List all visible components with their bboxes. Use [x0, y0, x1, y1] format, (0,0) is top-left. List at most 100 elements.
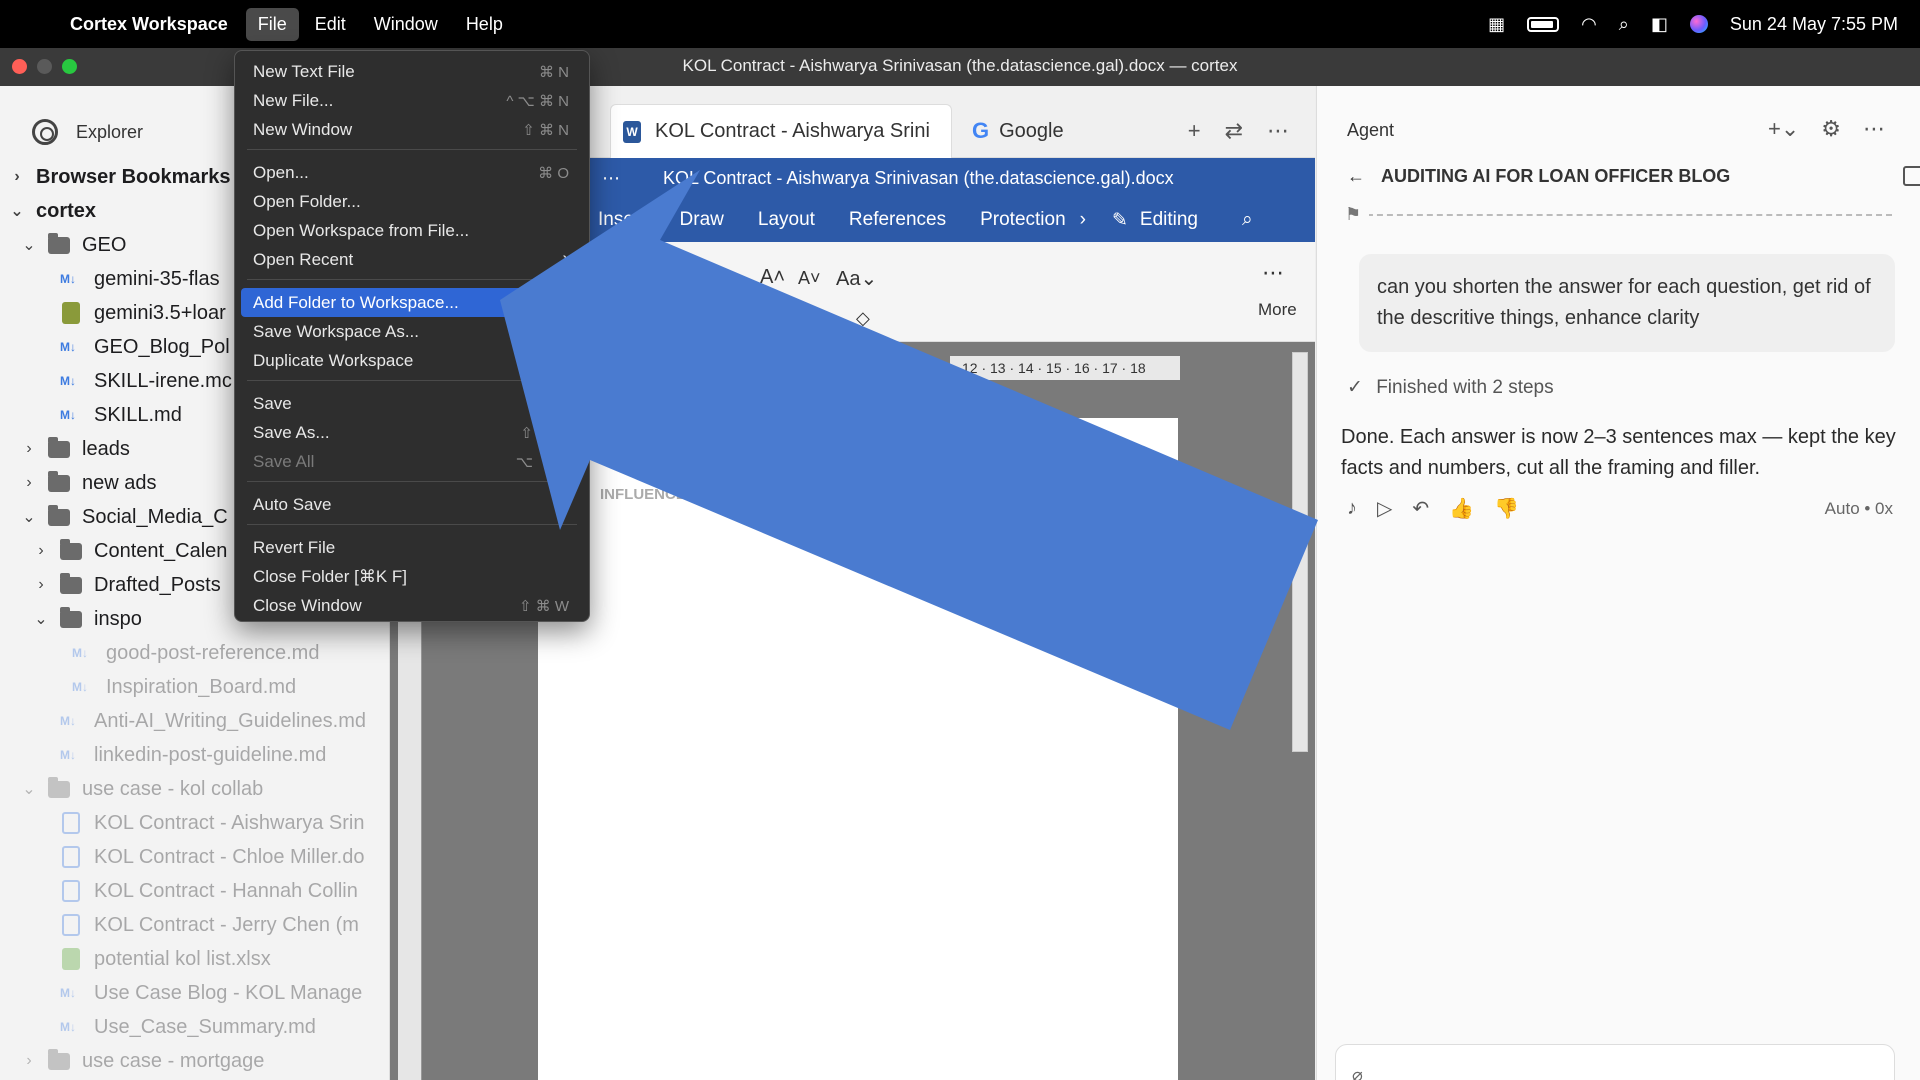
new-tab-icon[interactable]: +	[1188, 118, 1201, 144]
tree-file[interactable]: KOL Contract - Chloe Miller.do	[0, 840, 390, 874]
sync-icon[interactable]: ⇄	[1225, 118, 1243, 144]
thumbs-up-icon[interactable]: 👍	[1449, 496, 1474, 521]
menu-separator	[247, 481, 577, 482]
menu-separator	[247, 380, 577, 381]
play-icon[interactable]: ▷	[1377, 496, 1392, 521]
folder-icon	[48, 470, 70, 492]
tree-file[interactable]: M↓ Inspiration_Board.md	[0, 670, 390, 704]
bookmark-icon[interactable]: ⚑	[1345, 204, 1370, 225]
panel-toggle-icon[interactable]	[1903, 166, 1920, 186]
more-icon[interactable]: ⋯	[1267, 118, 1289, 144]
change-case-icon[interactable]: Aa⌄	[836, 266, 877, 291]
tree-file[interactable]: M↓ Use_Case_Summary.md	[0, 1010, 390, 1044]
tree-file[interactable]: M↓ linkedin-post-guideline.md	[0, 738, 390, 772]
ribbon-protection[interactable]: Protection	[980, 209, 1066, 231]
menu-item-auto-save[interactable]: Auto Save	[241, 490, 583, 519]
back-arrow-icon[interactable]: ←	[1347, 166, 1365, 187]
tree-folder-kol-collab[interactable]: ⌄ use case - kol collab	[0, 772, 390, 806]
google-icon: G	[972, 118, 990, 143]
menu-help[interactable]: Help	[454, 8, 515, 41]
menu-item-duplicate-workspace[interactable]: Duplicate Workspace	[241, 346, 583, 375]
menu-item-save-as[interactable]: Save As... ⇧	[241, 418, 583, 447]
folder-icon	[48, 232, 70, 254]
menu-item-open-recent[interactable]: Open Recent ›	[241, 245, 583, 274]
ribbon-references[interactable]: References	[849, 209, 946, 231]
chevron-right-icon: ›	[38, 542, 44, 559]
menu-item-save-workspace-as[interactable]: Save Workspace As...	[241, 317, 583, 346]
status-area: ▦ ◠ ⌕ ◧ Sun 24 May 7:55 PM	[1488, 0, 1898, 48]
thumbs-down-icon[interactable]: 👎	[1494, 496, 1519, 521]
settings-icon[interactable]: ⚙	[1821, 116, 1841, 142]
more-label[interactable]: More	[1258, 300, 1297, 320]
model-mode[interactable]: Auto • 0x	[1825, 499, 1893, 519]
menubar: Cortex Workspace File Edit Window Help ▦…	[0, 0, 1920, 48]
menu-item-new-file[interactable]: New File... ^ ⌥ ⌘ N	[241, 86, 583, 115]
eraser-icon[interactable]: ◇	[856, 308, 870, 329]
tab-google[interactable]: G Google	[960, 104, 1180, 158]
search-icon[interactable]: ⌕	[1242, 209, 1253, 231]
ribbon-insert[interactable]: Insert	[598, 209, 646, 231]
editing-mode[interactable]: Editing	[1140, 209, 1198, 231]
menu-edit[interactable]: Edit	[303, 8, 358, 41]
grow-font-icon[interactable]: A˄	[760, 266, 785, 289]
minimize-window-icon[interactable]	[37, 59, 52, 74]
close-window-icon[interactable]	[12, 59, 27, 74]
menu-item-open[interactable]: Open... ⌘ O	[241, 158, 583, 187]
wifi-icon[interactable]: ◠	[1581, 14, 1597, 35]
thread-header: ← AUDITING AI FOR LOAN OFFICER BLOG	[1347, 158, 1920, 194]
menu-item-new-window[interactable]: New Window ⇧ ⌘ N	[241, 115, 583, 144]
horizontal-ruler[interactable]: 12 · 13 · 14 · 15 · 16 · 17 · 18	[950, 356, 1180, 380]
folder-icon	[60, 572, 82, 594]
tree-folder-mortgage[interactable]: › use case - mortgage	[0, 1044, 390, 1078]
tree-file[interactable]: KOL Contract - Aishwarya Srin	[0, 806, 390, 840]
menu-item-add-folder-to-workspace[interactable]: Add Folder to Workspace...	[241, 288, 583, 317]
menu-item-save-all[interactable]: Save All ⌥	[241, 447, 583, 476]
agent-answer: Done. Each answer is now 2–3 sentences m…	[1341, 426, 1896, 479]
more-icon[interactable]: ⋯	[1863, 116, 1885, 142]
speaker-icon[interactable]: ♪	[1347, 497, 1357, 520]
tree-file[interactable]: M↓ Use Case Blog - KOL Manage	[0, 976, 390, 1010]
chevron-down-icon: ⌄	[22, 509, 36, 526]
app-name[interactable]: Cortex Workspace	[70, 14, 228, 35]
new-chat-icon[interactable]: +⌄	[1768, 116, 1799, 142]
control-center-icon[interactable]: ◧	[1651, 14, 1668, 35]
tree-file[interactable]: M↓ good-post-reference.md	[0, 636, 390, 670]
menu-item-revert-file[interactable]: Revert File	[241, 533, 583, 562]
word-icon: W	[623, 120, 641, 143]
word-doc-icon	[62, 812, 80, 834]
undo-icon[interactable]: ↶	[1412, 496, 1429, 521]
siri-icon[interactable]	[1689, 15, 1708, 33]
ribbon-layout[interactable]: Layout	[758, 209, 815, 231]
menu-item-close-window[interactable]: Close Window ⇧ ⌘ W	[241, 591, 583, 620]
attach-icon[interactable]: ⌀	[1352, 1065, 1363, 1080]
tree-file[interactable]: KOL Contract - Hannah Collin	[0, 874, 390, 908]
menu-item-save[interactable]: Save	[241, 389, 583, 418]
document-page[interactable]: INFLUENCER COLLAB	[538, 418, 1178, 1080]
battery-icon[interactable]	[1527, 16, 1560, 32]
document-body: INFLUENCER COLLAB	[600, 487, 1120, 549]
vertical-scrollbar[interactable]	[1292, 352, 1308, 752]
menu-item-open-folder[interactable]: Open Folder...	[241, 187, 583, 216]
tab-kol-contract[interactable]: W KOL Contract - Aishwarya Srini	[610, 104, 952, 158]
tree-file[interactable]: KOL Contract - Jerry Chen (m	[0, 908, 390, 942]
message-composer[interactable]: ⌀	[1335, 1044, 1895, 1080]
more-icon[interactable]: ⋯	[1262, 260, 1284, 286]
menu-file[interactable]: File	[245, 7, 299, 41]
zoom-window-icon[interactable]	[62, 59, 77, 74]
word-more-icon[interactable]: ⋯	[602, 168, 620, 188]
keyboard-icon[interactable]: ▦	[1488, 14, 1505, 35]
step-status[interactable]: ✓ Finished with 2 steps	[1347, 376, 1554, 399]
tree-file[interactable]: potential kol list.xlsx	[0, 942, 390, 976]
spreadsheet-icon	[62, 948, 80, 970]
ribbon-draw[interactable]: Draw	[680, 209, 724, 231]
menu-item-close-folder[interactable]: Close Folder [⌘K F]	[241, 562, 583, 591]
menu-window[interactable]: Window	[362, 8, 450, 41]
datetime[interactable]: Sun 24 May 7:55 PM	[1730, 14, 1898, 35]
menu-item-new-text-file[interactable]: New Text File ⌘ N	[241, 57, 583, 86]
shrink-font-icon[interactable]: A˅	[798, 268, 821, 289]
tree-file[interactable]: M↓ Anti-AI_Writing_Guidelines.md	[0, 704, 390, 738]
chevron-right-icon[interactable]: ›	[1080, 209, 1086, 231]
search-icon[interactable]: ⌕	[1619, 14, 1629, 35]
menu-item-open-workspace[interactable]: Open Workspace from File...	[241, 216, 583, 245]
chevron-down-icon: ⌄	[10, 203, 24, 220]
